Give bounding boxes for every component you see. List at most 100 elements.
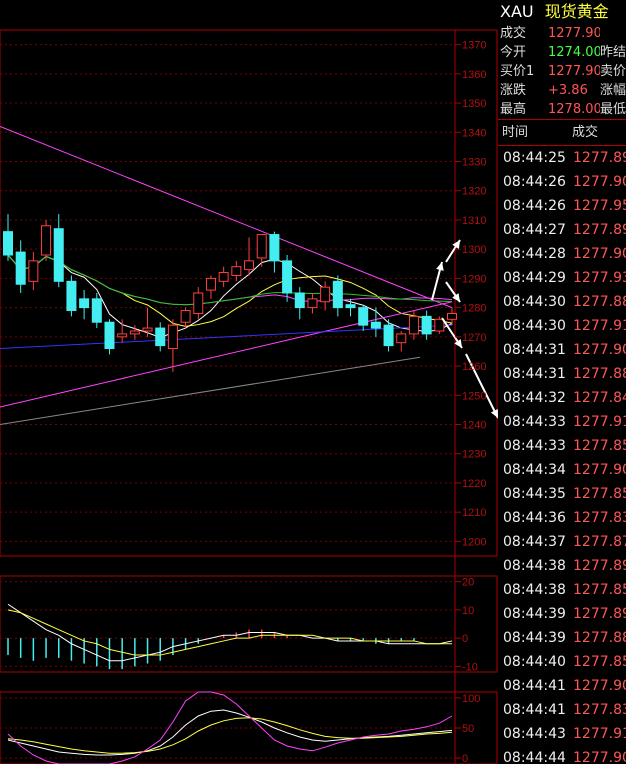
tick-price: 1277.83	[573, 702, 626, 718]
macd-tick-label: 10	[462, 605, 474, 617]
tick-time: 08:44:40	[503, 654, 566, 670]
macd-dif-line	[7, 603, 453, 662]
tick-price: 1277.89	[573, 558, 626, 574]
tick-row: 08:44:37 1277.87	[503, 530, 626, 554]
tick-row: 08:44:40 1277.85	[503, 650, 626, 674]
macd-tick-label: 0	[462, 633, 468, 645]
quote-row: 买价1 1277.90卖价	[500, 62, 626, 81]
tick-label: 1240	[462, 420, 486, 432]
quote-label: 最高	[500, 102, 527, 117]
grey-line	[0, 356, 421, 425]
tick-price: 1277.89	[573, 222, 626, 238]
tick-row: 08:44:38 1277.89	[503, 554, 626, 578]
tick-row: 08:44:41 1277.83	[503, 698, 626, 722]
tick-price: 1277.91	[573, 414, 626, 430]
quote-value: 1274.00	[548, 45, 600, 60]
quote-label: 买价1	[500, 64, 535, 79]
tick-time: 08:44:33	[503, 414, 566, 430]
quote-row: 成交 1277.90	[500, 24, 600, 43]
tick-price: 1277.85	[573, 438, 626, 454]
quote-value: +3.86	[548, 83, 588, 98]
chart-area[interactable]: 20100-10 100500 137013601350134013301320…	[0, 0, 498, 764]
tick-label: 1260	[462, 361, 486, 373]
candle-body	[15, 251, 26, 285]
candle-body	[256, 234, 267, 259]
candle-body	[66, 280, 77, 312]
tick-label: 1220	[462, 478, 486, 490]
quote-row: 最高 1278.00最低	[500, 100, 626, 119]
tick-row: 08:44:32 1277.84	[503, 386, 626, 410]
tick-price: 1277.87	[573, 534, 626, 550]
tick-time: 08:44:33	[503, 438, 566, 454]
candle-body	[434, 318, 445, 332]
quote-value: 1277.90	[548, 26, 600, 41]
tick-label: 1300	[462, 244, 486, 256]
tick-time: 08:44:30	[503, 294, 566, 310]
candle-body	[3, 231, 13, 256]
candle-body	[282, 260, 293, 294]
tick-row: 08:44:31 1277.88	[503, 362, 626, 386]
tick-time: 08:44:32	[503, 390, 566, 406]
tick-row: 08:44:41 1277.90	[503, 674, 626, 698]
kdj-tick-label: 100	[462, 693, 480, 705]
candle-body	[205, 277, 216, 291]
tick-label: 1270	[462, 332, 486, 344]
divider	[498, 119, 626, 120]
candle-body	[307, 298, 318, 309]
candle-body	[358, 307, 369, 326]
tick-label: 1230	[462, 449, 486, 461]
kdj-tick-label: 0	[462, 753, 468, 764]
tick-row: 08:44:39 1277.88	[503, 626, 626, 650]
candle-body	[193, 292, 204, 314]
tick-price: 1277.95	[573, 198, 626, 214]
price-axis: 1370 1360 1350 1340 1330 1320 1310 1300 1290 1280…	[455, 40, 486, 548]
kdj-k-line	[7, 709, 453, 756]
tick-price: 1277.84	[573, 390, 626, 406]
symbol-name: 现货黄金	[544, 2, 609, 21]
candle-body	[180, 310, 191, 323]
quote-row: 涨跌 +3.86 涨幅	[500, 81, 626, 100]
tick-label: 1340	[462, 127, 486, 139]
tick-price: 1277.90	[573, 174, 626, 190]
tick-row: 08:44:28 1277.90	[503, 242, 626, 266]
tick-row: 08:44:26 1277.95	[503, 194, 626, 218]
tick-row: 08:44:35 1277.85	[503, 482, 626, 506]
tick-price: 1277.89	[573, 606, 626, 622]
quote-label-2: 涨幅	[600, 83, 626, 98]
tick-time: 08:44:41	[503, 702, 566, 718]
candle-body	[396, 333, 407, 344]
candle-body	[421, 315, 432, 335]
candle-body	[142, 327, 153, 332]
candle-body	[345, 304, 356, 309]
tick-label: 1370	[462, 40, 486, 52]
tick-time: 08:44:35	[503, 486, 566, 502]
tick-label: 1210	[462, 507, 486, 519]
macd-tick-label: 20	[462, 577, 474, 589]
tick-time: 08:44:26	[503, 174, 566, 190]
tick-time: 08:44:26	[503, 198, 566, 214]
tick-price: 1277.83	[573, 510, 626, 526]
candle-body	[370, 321, 381, 329]
tick-row: 08:44:25 1277.89	[503, 146, 626, 170]
price-grid	[0, 29, 498, 764]
candle-body	[28, 260, 39, 282]
tick-label: 1200	[462, 536, 486, 548]
tick-row: 08:44:33 1277.85	[503, 434, 626, 458]
tick-label: 1280	[462, 303, 486, 315]
tick-time: 08:44:39	[503, 630, 566, 646]
tick-label: 1320	[462, 186, 486, 198]
tick-price: 1277.88	[573, 630, 626, 646]
trendline-lower	[0, 301, 453, 408]
candle-body	[408, 315, 419, 335]
tick-label: 1290	[462, 273, 486, 285]
candle-body	[79, 298, 90, 309]
tick-price: 1277.88	[573, 294, 626, 310]
macd-dea-line	[7, 609, 452, 656]
quote-label: 涨跌	[500, 83, 527, 98]
tick-time: 08:44:34	[503, 462, 566, 478]
tick-time: 08:44:38	[503, 558, 566, 574]
quote-panel: XAU 现货黄金 成交 1277.90 今开 1274.00昨结 买价1 1277.9…	[498, 0, 626, 764]
tick-time: 08:44:31	[503, 366, 566, 382]
tick-time: 08:44:38	[503, 582, 566, 598]
candle-body	[91, 298, 102, 323]
